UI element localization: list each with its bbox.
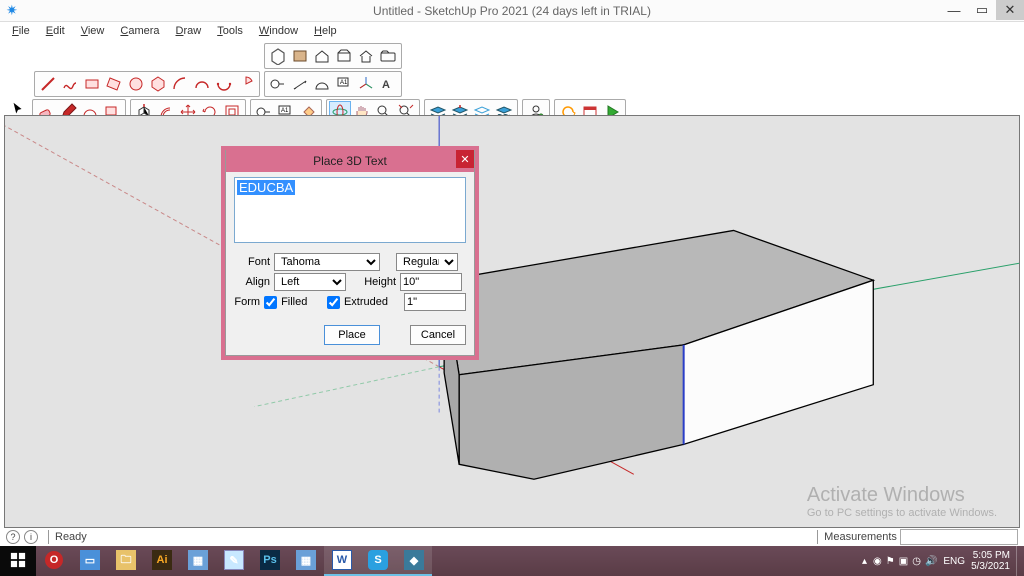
- tray-up-icon[interactable]: ▴: [862, 556, 867, 567]
- dialog-close-button[interactable]: ✕: [456, 150, 474, 168]
- measurements-label: Measurements: [824, 531, 897, 543]
- tray-sound-icon[interactable]: 🔊: [925, 556, 937, 567]
- box-open-icon[interactable]: [333, 45, 355, 67]
- text-input[interactable]: EDUCBA: [234, 177, 466, 243]
- task-app2-icon[interactable]: ✎: [216, 546, 252, 576]
- text-input-value: EDUCBA: [237, 180, 295, 195]
- menu-view[interactable]: View: [73, 25, 113, 37]
- task-word-icon[interactable]: W: [324, 546, 360, 576]
- filled-label: Filled: [281, 296, 307, 308]
- dialog-title-bar[interactable]: Place 3D Text ✕: [226, 150, 474, 172]
- menu-edit[interactable]: Edit: [38, 25, 73, 37]
- viewport[interactable]: Activate Windows Go to PC settings to ac…: [4, 115, 1020, 528]
- menu-bar: File Edit View Camera Draw Tools Window …: [0, 22, 1024, 40]
- axes-tool-icon[interactable]: [355, 73, 377, 95]
- dimension-icon[interactable]: [289, 73, 311, 95]
- svg-text:A: A: [382, 79, 390, 91]
- svg-text:A1: A1: [340, 80, 348, 86]
- menu-camera[interactable]: Camera: [112, 25, 167, 37]
- tray-flag-icon[interactable]: ⚑: [886, 556, 895, 567]
- font-style-select[interactable]: Regular: [396, 253, 458, 271]
- tray-network-icon[interactable]: ▣: [899, 556, 908, 567]
- task-opera-icon[interactable]: O: [36, 546, 72, 576]
- height-input[interactable]: [400, 273, 462, 291]
- tray-clock[interactable]: 5:05 PM 5/3/2021: [971, 550, 1010, 572]
- titlebar: ✷ Untitled - SketchUp Pro 2021 (24 days …: [0, 0, 1024, 22]
- watermark-line1: Activate Windows: [807, 484, 997, 507]
- tray-time: 5:05 PM: [971, 550, 1010, 561]
- menu-window[interactable]: Window: [251, 25, 306, 37]
- info-icon[interactable]: i: [24, 530, 38, 544]
- extruded-checkbox[interactable]: [327, 296, 340, 309]
- menu-draw[interactable]: Draw: [168, 25, 210, 37]
- cancel-button[interactable]: Cancel: [410, 325, 466, 345]
- task-photoshop-icon[interactable]: Ps: [252, 546, 288, 576]
- place-button[interactable]: Place: [324, 325, 380, 345]
- align-select[interactable]: Left: [274, 273, 346, 291]
- height-label: Height: [356, 276, 396, 288]
- filled-checkbox[interactable]: [264, 296, 277, 309]
- home-outline-icon[interactable]: [355, 45, 377, 67]
- arc-tool-icon[interactable]: [169, 73, 191, 95]
- 2pt-arc-icon[interactable]: [191, 73, 213, 95]
- protractor-icon[interactable]: [311, 73, 333, 95]
- menu-tools[interactable]: Tools: [209, 25, 251, 37]
- 3pt-arc-icon[interactable]: [213, 73, 235, 95]
- task-explorer-icon[interactable]: ▭: [72, 546, 108, 576]
- rectangle-tool-icon[interactable]: [81, 73, 103, 95]
- home-icon[interactable]: [311, 45, 333, 67]
- text-label-icon[interactable]: A1: [333, 73, 355, 95]
- taskbar: O ▭ 🗀 Ai ▦ ✎ Ps ▦ W S ◆ ▴ ◉ ⚑ ▣ ◷ 🔊 ENG …: [0, 546, 1024, 576]
- activate-windows-watermark: Activate Windows Go to PC settings to ac…: [807, 484, 997, 519]
- align-label: Align: [234, 276, 270, 288]
- rotated-rect-icon[interactable]: [103, 73, 125, 95]
- task-illustrator-icon[interactable]: Ai: [144, 546, 180, 576]
- help-icon[interactable]: ?: [6, 530, 20, 544]
- system-tray[interactable]: ◉ ⚑ ▣ ◷ 🔊: [873, 556, 937, 567]
- measurements-input[interactable]: [900, 529, 1018, 545]
- restore-button[interactable]: ▭: [968, 0, 996, 20]
- status-text: Ready: [55, 531, 87, 543]
- tray-language[interactable]: ENG: [943, 556, 965, 567]
- line-tool-icon[interactable]: [37, 73, 59, 95]
- task-folder-icon[interactable]: 🗀: [108, 546, 144, 576]
- task-app1-icon[interactable]: ▦: [180, 546, 216, 576]
- freehand-tool-icon[interactable]: [59, 73, 81, 95]
- circle-tool-icon[interactable]: [125, 73, 147, 95]
- task-sketchup-icon[interactable]: ◆: [396, 546, 432, 576]
- extruded-label: Extruded: [344, 296, 388, 308]
- window-title: Untitled - SketchUp Pro 2021 (24 days le…: [373, 4, 651, 18]
- tray-security-icon[interactable]: ◉: [873, 556, 882, 567]
- place-3d-text-dialog: Place 3D Text ✕ EDUCBA Font Tahoma Regul…: [225, 150, 475, 356]
- package-icon[interactable]: [289, 45, 311, 67]
- 3d-text-tool-icon[interactable]: A: [377, 73, 399, 95]
- task-skype-icon[interactable]: S: [360, 546, 396, 576]
- close-button[interactable]: ✕: [996, 0, 1024, 20]
- polygon-tool-icon[interactable]: [147, 73, 169, 95]
- make-component-icon[interactable]: [267, 45, 289, 67]
- watermark-line2: Go to PC settings to activate Windows.: [807, 507, 997, 519]
- tray-wifi-icon[interactable]: ◷: [912, 556, 921, 567]
- show-desktop-button[interactable]: [1016, 546, 1022, 576]
- status-bar: ? i Ready Measurements: [0, 528, 1024, 546]
- pie-tool-icon[interactable]: [235, 73, 257, 95]
- task-app3-icon[interactable]: ▦: [288, 546, 324, 576]
- form-label: Form: [234, 296, 260, 308]
- menu-help[interactable]: Help: [306, 25, 345, 37]
- extrude-input[interactable]: [404, 293, 466, 311]
- start-button[interactable]: [0, 546, 36, 576]
- folder-icon[interactable]: [377, 45, 399, 67]
- dialog-title: Place 3D Text: [313, 154, 387, 168]
- minimize-button[interactable]: —: [940, 0, 968, 20]
- app-icon: ✷: [6, 3, 20, 17]
- svg-text:A1: A1: [281, 108, 289, 114]
- font-select[interactable]: Tahoma: [274, 253, 380, 271]
- tape-measure-icon[interactable]: [267, 73, 289, 95]
- font-label: Font: [234, 256, 270, 268]
- tray-date: 5/3/2021: [971, 561, 1010, 572]
- menu-file[interactable]: File: [4, 25, 38, 37]
